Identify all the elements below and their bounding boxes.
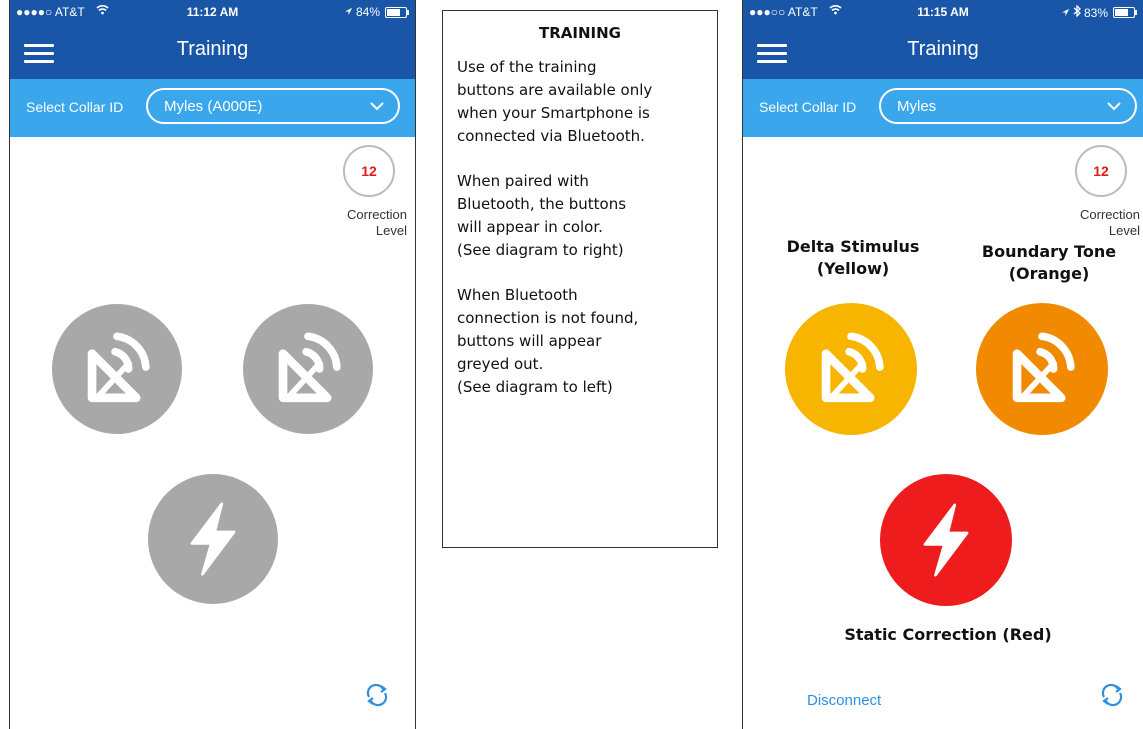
boundary-caption-line2: (Orange) bbox=[1008, 264, 1090, 283]
info-paragraph-bluetooth-required: Use of the training buttons are availabl… bbox=[457, 58, 653, 145]
boundary-tone-caption: Boundary Tone (Orange) bbox=[969, 241, 1129, 285]
delta-stimulus-button-disabled[interactable] bbox=[52, 304, 182, 434]
delta-stimulus-button[interactable] bbox=[785, 303, 917, 435]
correction-label-line1: Correction bbox=[1080, 207, 1140, 222]
page-title: Training bbox=[907, 38, 979, 60]
battery-percent: 83% bbox=[1083, 5, 1108, 20]
refresh-icon[interactable] bbox=[364, 682, 390, 708]
correction-label-line1: Correction bbox=[347, 207, 407, 222]
correction-level-badge[interactable]: 12 bbox=[343, 145, 395, 197]
select-collar-label: Select Collar ID bbox=[759, 99, 857, 115]
status-bar: ●●●○○ AT&T 11:15 AM 83% bbox=[743, 0, 1143, 24]
lightning-bolt-icon bbox=[902, 496, 990, 584]
collar-select-bar: Select Collar ID Myles (A000E) bbox=[10, 79, 415, 137]
static-correction-caption: Static Correction (Red) bbox=[844, 625, 1052, 644]
info-title: TRAINING bbox=[539, 24, 621, 42]
page-title: Training bbox=[176, 38, 249, 60]
info-paragraph-paired: When paired with Bluetooth, the buttons … bbox=[457, 172, 627, 259]
boundary-tone-button[interactable] bbox=[976, 303, 1108, 435]
collar-select-bar: Select Collar ID Myles bbox=[743, 79, 1143, 137]
battery-percent: 84% bbox=[355, 5, 380, 19]
location-arrow-icon bbox=[1061, 6, 1070, 20]
phone-screen-disconnected: ●●●●○ AT&T 11:12 AM 84% Training Select … bbox=[9, 0, 416, 729]
chevron-down-icon bbox=[1107, 102, 1121, 111]
boundary-tone-button-disabled[interactable] bbox=[243, 304, 373, 434]
info-paragraph-not-found: When Bluetooth connection is not found, … bbox=[457, 286, 639, 396]
delta-caption-line1: Delta Stimulus bbox=[786, 237, 920, 256]
nav-bar: Training bbox=[743, 24, 1143, 79]
lightning-bolt-icon bbox=[169, 495, 257, 583]
delta-caption-line2: (Yellow) bbox=[816, 259, 890, 278]
correction-label-line2: Level bbox=[375, 223, 407, 238]
signal-stimulus-icon bbox=[994, 321, 1090, 417]
battery-level bbox=[1115, 9, 1129, 16]
static-correction-button[interactable] bbox=[880, 474, 1012, 606]
battery-icon bbox=[1113, 7, 1137, 18]
correction-level-label: Correction Level bbox=[347, 207, 407, 239]
battery-level bbox=[387, 8, 401, 16]
collar-id-value: Myles bbox=[897, 98, 937, 115]
signal-stimulus-icon bbox=[803, 321, 899, 417]
refresh-icon[interactable] bbox=[1099, 682, 1125, 708]
battery-icon bbox=[385, 6, 409, 18]
collar-id-value: Myles (A000E) bbox=[164, 98, 263, 115]
training-info-panel: TRAINING Use of the training buttons are… bbox=[442, 10, 718, 548]
chevron-down-icon bbox=[370, 102, 384, 111]
correction-label-line2: Level bbox=[1108, 223, 1140, 238]
status-bar: ●●●●○ AT&T 11:12 AM 84% bbox=[10, 0, 415, 24]
boundary-caption-line1: Boundary Tone bbox=[981, 242, 1117, 261]
correction-level-badge[interactable]: 12 bbox=[1075, 145, 1127, 197]
bluetooth-icon bbox=[1073, 4, 1081, 20]
delta-stimulus-caption: Delta Stimulus (Yellow) bbox=[773, 236, 933, 280]
signal-stimulus-icon bbox=[260, 321, 356, 417]
static-correction-button-disabled[interactable] bbox=[148, 474, 278, 604]
select-collar-label: Select Collar ID bbox=[26, 99, 124, 115]
collar-id-dropdown[interactable]: Myles (A000E) bbox=[146, 88, 400, 124]
nav-bar: Training bbox=[10, 24, 415, 79]
disconnect-link[interactable]: Disconnect bbox=[807, 692, 881, 709]
location-arrow-icon bbox=[344, 5, 353, 19]
collar-id-dropdown[interactable]: Myles bbox=[879, 88, 1137, 124]
correction-level-label: Correction Level bbox=[1080, 207, 1140, 239]
phone-screen-connected: ●●●○○ AT&T 11:15 AM 83% Training Select … bbox=[742, 0, 1143, 729]
signal-stimulus-icon bbox=[69, 321, 165, 417]
